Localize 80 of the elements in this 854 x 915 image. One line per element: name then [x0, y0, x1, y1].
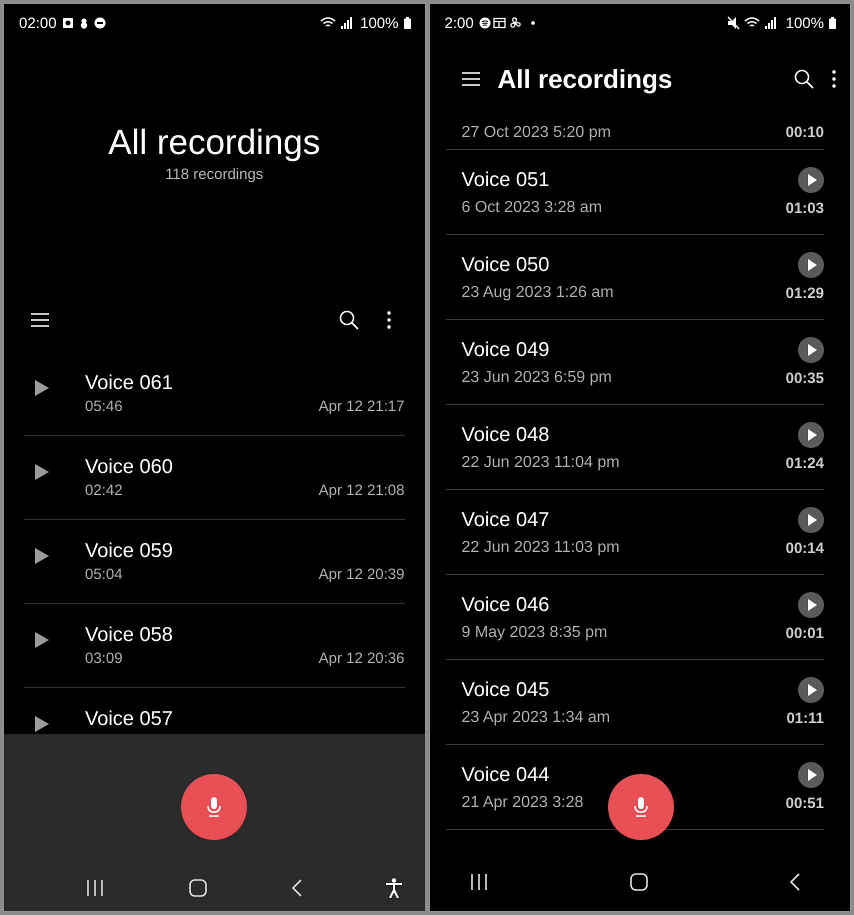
- home-icon[interactable]: [188, 879, 207, 897]
- recording-duration: 01:03: [786, 200, 824, 216]
- recording-date: 23 Aug 2023 1:26 am: [462, 284, 614, 302]
- recording-duration: 00:10: [786, 124, 824, 141]
- battery-icon: [404, 17, 410, 29]
- recording-name[interactable]: Voice 061: [85, 372, 404, 395]
- play-icon[interactable]: [35, 548, 49, 564]
- recording-date: 6 Oct 2023 3:28 am: [462, 199, 602, 217]
- play-button-icon[interactable]: [798, 507, 824, 533]
- more-options-icon[interactable]: [832, 70, 836, 88]
- recording-name[interactable]: Voice 049: [462, 338, 550, 362]
- recording-name[interactable]: Voice 051: [462, 168, 550, 192]
- recording-date: Apr 12 21:17: [318, 398, 404, 415]
- recording-duration: 02:42: [85, 482, 123, 499]
- search-icon[interactable]: [794, 69, 814, 89]
- back-icon[interactable]: [790, 872, 800, 890]
- status-time: 02:00: [19, 14, 57, 32]
- recording-date: 23 Jun 2023 6:59 pm: [462, 369, 612, 387]
- recent-apps-icon[interactable]: [470, 874, 488, 890]
- recent-apps-icon[interactable]: [86, 880, 104, 896]
- recording-name[interactable]: Voice 050: [462, 254, 550, 276]
- recording-duration: 01:11: [786, 710, 824, 726]
- battery-level: 100%: [360, 14, 398, 32]
- play-button-icon[interactable]: [798, 677, 824, 703]
- recording-duration: 00:01: [786, 624, 824, 642]
- recording-name[interactable]: Voice 060: [85, 456, 404, 479]
- recording-date: 9 May 2023 8:35 pm: [462, 624, 608, 642]
- recording-duration: 00:14: [786, 540, 824, 556]
- recording-date: Apr 12 20:36: [318, 650, 404, 667]
- page-title: All recordings: [498, 64, 672, 94]
- recording-date: 22 Jun 2023 11:04 pm: [462, 454, 620, 472]
- recording-duration: 05:04: [85, 566, 123, 583]
- play-button-icon[interactable]: [798, 337, 824, 363]
- status-time: 2:00: [444, 14, 474, 32]
- play-button-icon[interactable]: [798, 252, 824, 278]
- page-title: All recordings: [108, 122, 320, 164]
- recording-duration: 01:29: [786, 284, 824, 302]
- recording-name[interactable]: Voice 047: [462, 508, 550, 532]
- recording-name[interactable]: Voice 045: [462, 678, 550, 702]
- recording-date: 27 Oct 2023 5:20 pm: [462, 124, 611, 142]
- recording-duration: 03:09: [85, 650, 123, 667]
- search-icon[interactable]: [338, 310, 358, 330]
- back-icon[interactable]: [292, 879, 302, 897]
- recording-name[interactable]: Voice 058: [85, 624, 404, 647]
- play-button-icon[interactable]: [798, 422, 824, 448]
- menu-icon[interactable]: [31, 312, 49, 328]
- recording-name[interactable]: Voice 048: [462, 424, 550, 446]
- play-button-icon[interactable]: [798, 167, 824, 193]
- battery-icon: [829, 17, 836, 29]
- recording-name[interactable]: Voice 057: [85, 708, 404, 731]
- play-icon[interactable]: [35, 380, 49, 396]
- notification-icons: [478, 17, 537, 29]
- recording-name[interactable]: Voice 046: [462, 594, 550, 616]
- more-options-icon[interactable]: [386, 311, 390, 329]
- recording-name[interactable]: Voice 059: [85, 540, 404, 563]
- play-icon[interactable]: [35, 632, 49, 648]
- recording-duration: 05:46: [85, 398, 123, 415]
- home-icon[interactable]: [630, 872, 648, 890]
- recording-date: Apr 12 20:39: [318, 566, 404, 583]
- recording-name[interactable]: Voice 044: [462, 764, 550, 786]
- play-button-icon[interactable]: [798, 762, 824, 788]
- microphone-icon: [207, 797, 222, 817]
- recording-duration: 00:51: [786, 794, 824, 812]
- recording-duration: 00:35: [786, 370, 824, 386]
- recording-date: Apr 12 21:08: [318, 482, 404, 499]
- recording-date: 22 Jun 2023 11:03 pm: [462, 539, 620, 557]
- recording-duration: 01:24: [786, 454, 824, 472]
- play-icon[interactable]: [35, 716, 49, 732]
- battery-level: 100%: [786, 14, 824, 32]
- play-button-icon[interactable]: [798, 592, 824, 618]
- recording-date: 23 Apr 2023 1:34 am: [462, 709, 610, 727]
- recording-count: 118 recordings: [165, 166, 264, 182]
- recording-date: 21 Apr 2023 3:28: [462, 794, 584, 812]
- play-icon[interactable]: [35, 464, 49, 480]
- notification-icons: [62, 17, 108, 29]
- menu-icon[interactable]: [462, 71, 480, 87]
- mute-wifi-signal-icons: [726, 16, 779, 30]
- microphone-icon: [634, 797, 648, 817]
- wifi-signal-icon: [319, 16, 354, 30]
- accessibility-icon[interactable]: [386, 878, 402, 898]
